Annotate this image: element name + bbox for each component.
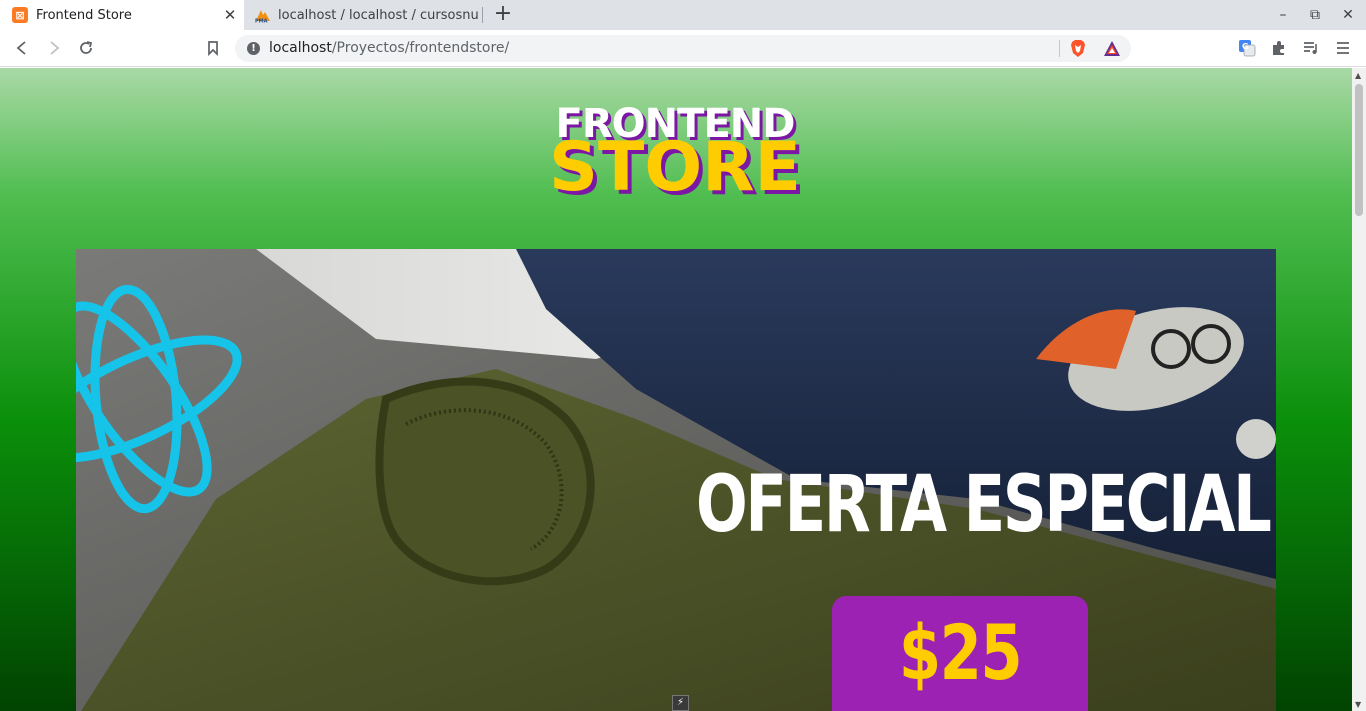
tab-frontend-store[interactable]: ⊠ Frontend Store ✕ xyxy=(0,0,244,30)
bookmark-icon xyxy=(208,41,218,56)
close-tab-icon[interactable]: ✕ xyxy=(218,3,242,27)
extensions-button[interactable] xyxy=(1267,36,1291,60)
tab-title: Frontend Store xyxy=(36,7,132,23)
menu-button[interactable] xyxy=(1331,36,1355,60)
restore-button[interactable]: ⧉ xyxy=(1304,4,1326,26)
tab-strip: ⊠ Frontend Store ✕ PMA localhost / local… xyxy=(0,0,1366,30)
page-viewport: FRONTEND STORE OFERTA ESPECIAL $25 ⚡ xyxy=(0,68,1352,711)
tab-phpmyadmin[interactable]: PMA localhost / localhost / cursosnu xyxy=(246,0,482,30)
forward-arrow-icon xyxy=(50,41,60,55)
minimize-button[interactable]: – xyxy=(1272,4,1294,26)
svg-text:PMA: PMA xyxy=(255,19,268,24)
translate-button[interactable]: G xyxy=(1235,36,1259,60)
site-info-icon[interactable]: ! xyxy=(247,42,260,55)
hamburger-menu-icon xyxy=(1337,42,1349,54)
svg-text:G: G xyxy=(1242,42,1249,51)
tab-separator xyxy=(482,7,483,23)
url-path: /Proyectos/frontendstore/ xyxy=(331,40,510,56)
bookmark-button[interactable] xyxy=(201,36,225,60)
url-text[interactable]: localhost/Proyectos/frontendstore/ xyxy=(269,40,509,56)
lightning-icon[interactable]: ⚡ xyxy=(672,695,689,711)
scroll-up-icon[interactable]: ▲ xyxy=(1355,71,1361,80)
offer-title: OFERTA ESPECIAL xyxy=(696,460,1272,550)
tab-title: localhost / localhost / cursosnu xyxy=(278,7,479,23)
store-logo[interactable]: FRONTEND STORE xyxy=(544,104,806,212)
translate-icon: G xyxy=(1239,40,1256,57)
forward-button[interactable] xyxy=(42,36,66,60)
phpmyadmin-icon: PMA xyxy=(255,10,270,24)
scroll-thumb[interactable] xyxy=(1355,84,1363,216)
xampp-icon: ⊠ xyxy=(12,7,28,23)
back-arrow-icon xyxy=(16,41,26,55)
browser-toolbar: ! localhost/Proyectos/frontendstore/ G xyxy=(0,30,1366,67)
reload-button[interactable] xyxy=(74,36,98,60)
brave-rewards-icon[interactable] xyxy=(1103,40,1121,57)
media-controls-button[interactable] xyxy=(1299,36,1323,60)
address-bar[interactable]: ! localhost/Proyectos/frontendstore/ xyxy=(235,35,1131,62)
reload-icon xyxy=(80,41,93,54)
new-tab-button[interactable]: + xyxy=(491,3,515,27)
logo-line-store: STORE xyxy=(549,128,801,207)
offer-banner[interactable]: OFERTA ESPECIAL $25 xyxy=(76,249,1276,711)
playlist-icon xyxy=(1304,42,1317,54)
scroll-down-icon[interactable]: ▼ xyxy=(1355,700,1361,709)
omnibox-separator xyxy=(1059,40,1060,57)
vertical-scrollbar[interactable]: ▲ ▼ xyxy=(1352,68,1366,711)
close-window-button[interactable]: ✕ xyxy=(1337,4,1359,26)
brave-shields-icon[interactable] xyxy=(1069,39,1087,58)
puzzle-icon xyxy=(1273,41,1284,55)
back-button[interactable] xyxy=(10,36,34,60)
price-badge[interactable]: $25 xyxy=(832,596,1088,711)
url-host: localhost xyxy=(269,40,332,56)
price-text: $25 xyxy=(898,608,1023,697)
